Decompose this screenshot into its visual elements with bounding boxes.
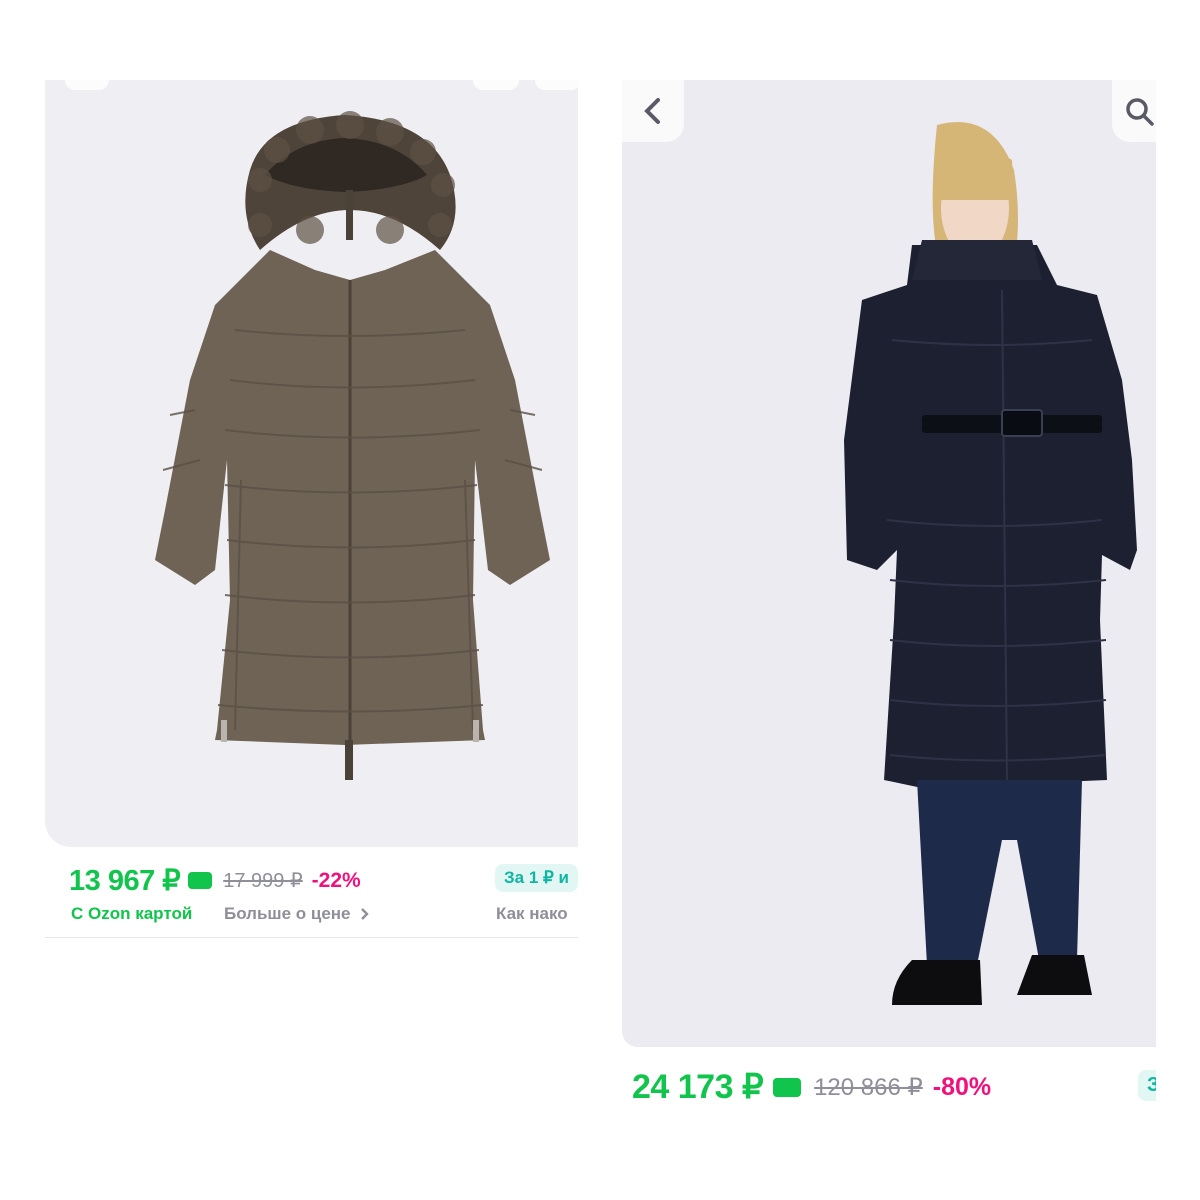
- back-button[interactable]: [622, 80, 684, 142]
- top-right-control-stub[interactable]: [473, 80, 519, 90]
- product-card-right[interactable]: 24 173 ₽ 120 866 ₽ -80% З: [622, 80, 1156, 1120]
- discount-badge: -80%: [932, 1072, 992, 1101]
- old-price: 120 866 ₽: [814, 1073, 923, 1101]
- divider: [45, 937, 578, 938]
- search-button[interactable]: [1112, 80, 1156, 142]
- current-price: 24 173 ₽: [632, 1068, 764, 1106]
- current-price: 13 967 ₽: [69, 865, 181, 897]
- product-image-black-coat[interactable]: [622, 80, 1156, 1047]
- ozon-card-icon: [188, 872, 213, 889]
- more-about-price-link[interactable]: Больше о цене: [224, 904, 371, 924]
- old-price: 17 999 ₽: [223, 870, 303, 892]
- promo-badge[interactable]: За 1 ₽ и: [495, 864, 578, 892]
- product-card-left[interactable]: 13 967 ₽ 17 999 ₽ -22% За 1 ₽ и С Ozon к…: [45, 80, 578, 940]
- search-icon: [1126, 98, 1154, 126]
- brown-puffer-coat-illustration: [155, 111, 550, 780]
- product-image-brown-coat[interactable]: [45, 80, 578, 847]
- black-puffer-coat-model-illustration: [844, 122, 1137, 1005]
- top-right-control-stub-2[interactable]: [535, 80, 578, 90]
- chevron-left-icon: [644, 98, 660, 124]
- discount-badge: -22%: [311, 868, 361, 892]
- ozon-card-icon: [773, 1077, 802, 1097]
- price-row: 24 173 ₽ 120 866 ₽ -80%: [632, 1067, 991, 1107]
- chevron-right-icon: [360, 908, 369, 920]
- top-left-control-stub[interactable]: [65, 80, 109, 90]
- ozon-card-label[interactable]: С Ozon картой: [71, 904, 192, 924]
- how-to-save-link[interactable]: Как нако: [496, 904, 568, 924]
- promo-badge[interactable]: З: [1138, 1070, 1156, 1101]
- price-row: 13 967 ₽ 17 999 ₽ -22%: [69, 863, 361, 898]
- more-about-price-text: Больше о цене: [224, 904, 351, 923]
